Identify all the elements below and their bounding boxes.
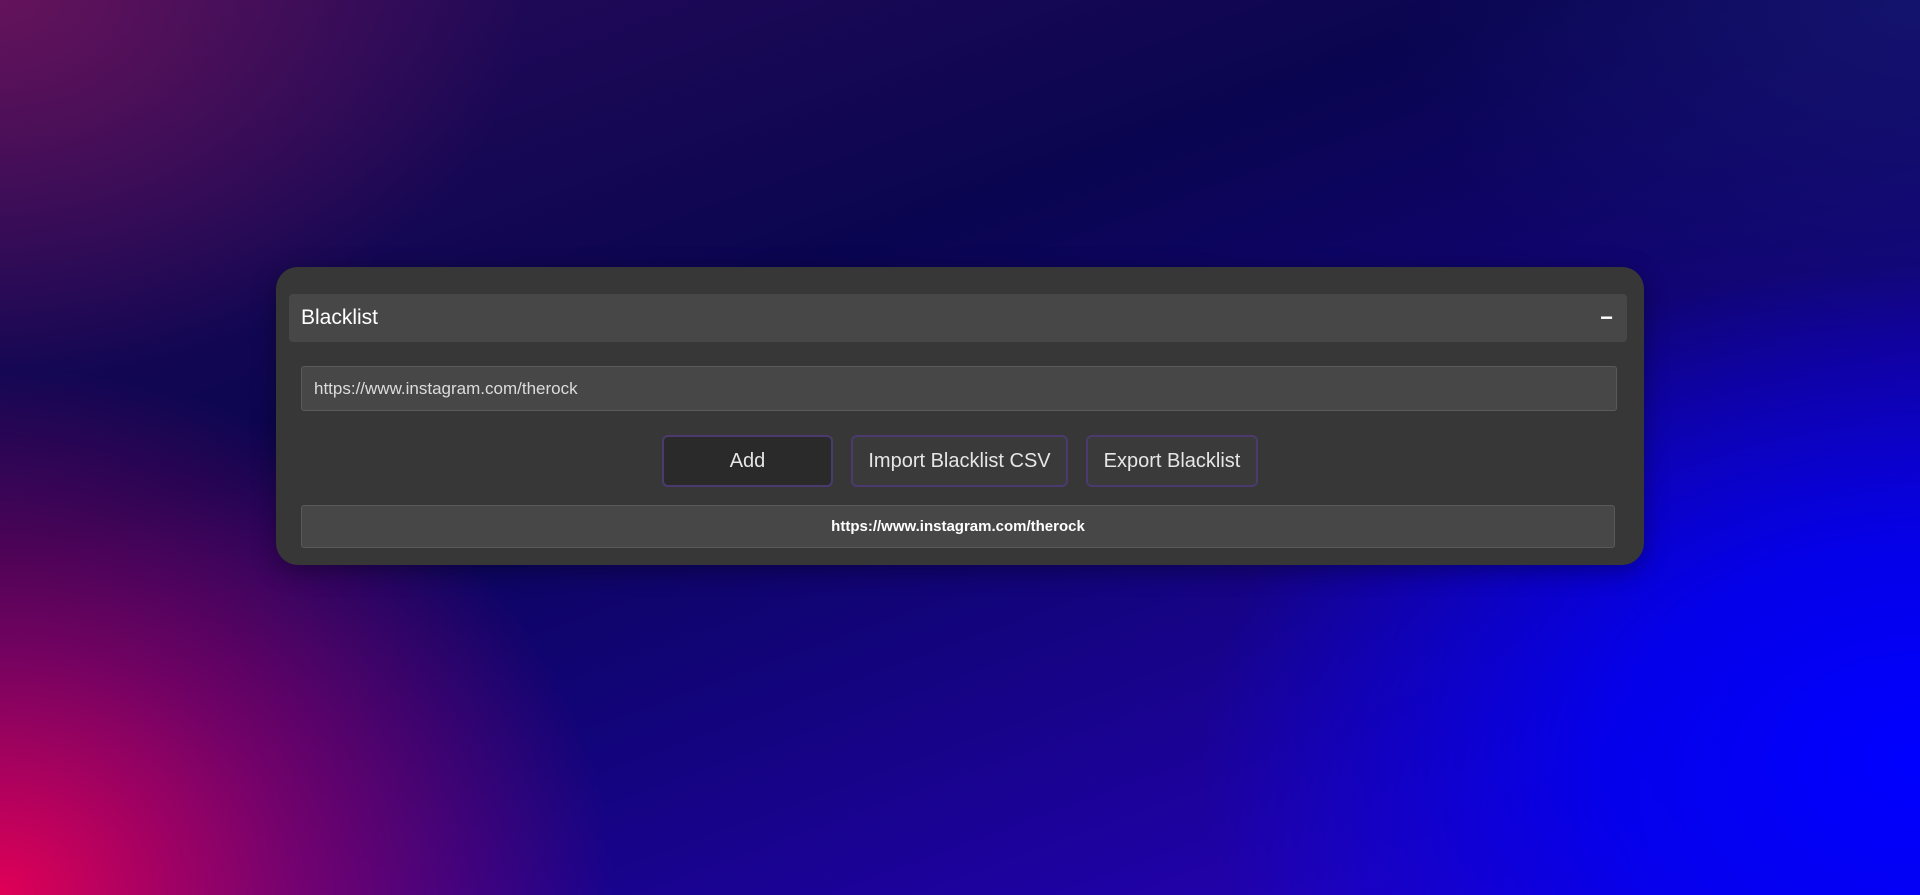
- import-blacklist-csv-button[interactable]: Import Blacklist CSV: [851, 435, 1068, 487]
- url-input[interactable]: [301, 366, 1617, 411]
- blacklist-panel: Blacklist − Add Import Blacklist CSV Exp…: [276, 267, 1644, 565]
- export-blacklist-button[interactable]: Export Blacklist: [1086, 435, 1258, 487]
- blacklist-item[interactable]: https://www.instagram.com/therock: [301, 505, 1615, 548]
- panel-title: Blacklist: [301, 306, 379, 329]
- add-button[interactable]: Add: [662, 435, 833, 487]
- panel-header[interactable]: Blacklist −: [289, 294, 1627, 342]
- action-buttons: Add Import Blacklist CSV Export Blacklis…: [276, 435, 1644, 487]
- blacklist-item-url: https://www.instagram.com/therock: [831, 518, 1085, 535]
- blacklist-list: https://www.instagram.com/therock: [301, 505, 1615, 548]
- collapse-icon[interactable]: −: [1598, 307, 1615, 329]
